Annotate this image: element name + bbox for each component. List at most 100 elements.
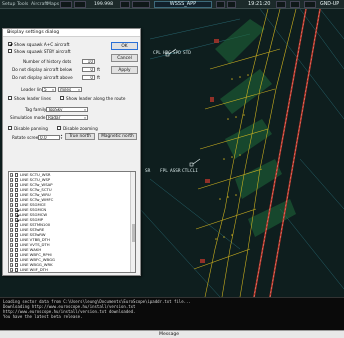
toolbar-slot[interactable] bbox=[120, 1, 130, 8]
chevron-down-icon[interactable]: ▾ bbox=[83, 116, 87, 120]
rotate-screen-field[interactable]: 0.0 bbox=[38, 134, 60, 140]
expand-icon[interactable]: + bbox=[10, 208, 14, 212]
rotate-spinner[interactable]: ▴ ▾ bbox=[60, 133, 63, 139]
expand-icon[interactable]: + bbox=[10, 213, 14, 217]
history-dots-field[interactable]: 10 bbox=[82, 58, 95, 64]
cancel-button[interactable]: Cancel bbox=[111, 54, 138, 62]
leader-line-label: Leader line bbox=[21, 87, 45, 92]
toolbar-menu-tools[interactable]: Tools bbox=[17, 1, 28, 8]
tag-assr[interactable]: ASSR bbox=[170, 169, 181, 174]
expand-icon[interactable]: + bbox=[10, 178, 14, 182]
disable-zooming-checkbox[interactable] bbox=[57, 126, 61, 130]
toolbar-slot[interactable] bbox=[276, 1, 286, 8]
show-leader-route-checkbox[interactable] bbox=[60, 96, 64, 100]
above-field[interactable]: 0 bbox=[82, 74, 95, 80]
gnd-status: GND-UP bbox=[320, 2, 340, 7]
list-item-checkbox[interactable] bbox=[15, 243, 19, 247]
list-item-checkbox[interactable] bbox=[15, 258, 19, 262]
leader-line-field[interactable]: 5 ▾ bbox=[42, 86, 56, 92]
chevron-down-icon[interactable]: ▾ bbox=[83, 108, 87, 112]
expand-icon[interactable]: + bbox=[10, 243, 14, 247]
message-bar[interactable]: Message bbox=[0, 330, 344, 338]
list-item-checkbox[interactable] bbox=[15, 173, 19, 177]
toolbar-slot[interactable] bbox=[290, 1, 300, 8]
list-item-checkbox[interactable] bbox=[15, 228, 19, 232]
tag-fpl[interactable]: FPL bbox=[160, 169, 168, 174]
tag-ctl[interactable]: CTL bbox=[182, 169, 190, 174]
show-squawk-ac-checkbox[interactable] bbox=[8, 42, 12, 46]
tag-std[interactable]: STD bbox=[183, 51, 191, 56]
list-item-checkbox[interactable] bbox=[15, 263, 19, 267]
disable-panning-checkbox[interactable] bbox=[8, 126, 12, 130]
tag-spd[interactable]: SPD bbox=[173, 51, 181, 56]
list-item-checkbox[interactable] bbox=[15, 218, 19, 222]
true-north-button[interactable]: True north bbox=[65, 133, 95, 140]
toolbar-menu-aircraft[interactable]: Aircraft bbox=[31, 1, 48, 8]
show-leader-lines-checkbox[interactable] bbox=[8, 96, 12, 100]
expand-icon[interactable]: + bbox=[10, 188, 14, 192]
map-items-list[interactable]: + LINE SCTU_WSR + LINE SCTU_WSP + LINE SCTw_W… bbox=[8, 171, 136, 273]
expand-icon[interactable]: + bbox=[10, 238, 14, 242]
toolbar-slot[interactable] bbox=[227, 1, 236, 8]
list-item-checkbox[interactable] bbox=[15, 248, 19, 252]
app-title[interactable]: WSSS_APP bbox=[154, 1, 212, 8]
close-icon[interactable]: × bbox=[7, 30, 137, 36]
expand-icon[interactable]: + bbox=[10, 223, 14, 227]
tag-sr[interactable]: SR bbox=[145, 169, 150, 174]
utc-clock: 19:21:20 bbox=[248, 1, 271, 7]
expand-icon[interactable]: + bbox=[10, 233, 14, 237]
list-item-checkbox[interactable] bbox=[15, 178, 19, 182]
below-label: Do not display aircraft below bbox=[12, 67, 73, 72]
list-item-checkbox[interactable] bbox=[15, 203, 19, 207]
list-item-checkbox[interactable] bbox=[15, 268, 19, 272]
toolbar-slot[interactable] bbox=[304, 1, 316, 8]
dialog-titlebar[interactable]: Display settings dialog × bbox=[3, 29, 140, 37]
magnetic-north-button[interactable]: Magnetic north bbox=[98, 133, 137, 140]
leader-unit-select[interactable]: miles ▾ bbox=[58, 86, 82, 92]
list-item-checkbox[interactable] bbox=[15, 188, 19, 192]
tag-hdg[interactable]: HDG bbox=[163, 51, 171, 56]
list-item-checkbox[interactable] bbox=[15, 198, 19, 202]
expand-icon[interactable]: + bbox=[10, 263, 14, 267]
toolbar-slot[interactable] bbox=[74, 1, 86, 8]
chevron-down-icon[interactable]: ▾ bbox=[77, 88, 81, 92]
tag-family-select[interactable]: TopSky ▾ bbox=[46, 106, 88, 112]
expand-icon[interactable]: + bbox=[10, 258, 14, 262]
above-unit: ft bbox=[97, 75, 101, 80]
expand-icon[interactable]: + bbox=[10, 193, 14, 197]
disable-zooming-label: Disable zooming bbox=[63, 125, 98, 131]
chevron-down-icon[interactable]: ▾ bbox=[51, 88, 55, 92]
expand-icon[interactable]: + bbox=[10, 248, 14, 252]
expand-icon[interactable]: + bbox=[10, 203, 14, 207]
expand-icon[interactable]: + bbox=[10, 268, 14, 272]
expand-icon[interactable]: + bbox=[10, 198, 14, 202]
tag-cpl[interactable]: CPL bbox=[153, 51, 161, 56]
toolbar-slot[interactable] bbox=[216, 1, 225, 8]
list-item-checkbox[interactable] bbox=[15, 223, 19, 227]
list-item-checkbox[interactable] bbox=[15, 238, 19, 242]
ok-button[interactable]: OK bbox=[111, 42, 138, 50]
expand-icon[interactable]: + bbox=[10, 218, 14, 222]
toolbar-menu-setup[interactable]: Setup bbox=[2, 1, 15, 8]
below-field[interactable]: 0 bbox=[82, 66, 95, 72]
show-squawk-stby-checkbox[interactable] bbox=[8, 49, 12, 53]
tag-cli[interactable]: CLI bbox=[190, 169, 198, 174]
expand-icon[interactable]: + bbox=[10, 183, 14, 187]
list-scrollbar[interactable] bbox=[130, 172, 135, 272]
expand-icon[interactable]: + bbox=[10, 253, 14, 257]
list-item-checkbox[interactable] bbox=[15, 208, 19, 212]
toolbar-slot[interactable] bbox=[60, 1, 72, 8]
toolbar-menu-maps[interactable]: Maps bbox=[47, 1, 59, 8]
list-item-checkbox[interactable] bbox=[15, 253, 19, 257]
expand-icon[interactable]: + bbox=[10, 228, 14, 232]
show-leader-route-label: Show leader along the route bbox=[66, 95, 126, 101]
toolbar-slot[interactable] bbox=[132, 1, 150, 8]
list-item-checkbox[interactable] bbox=[15, 193, 19, 197]
list-scroll-thumb[interactable] bbox=[132, 224, 135, 242]
list-item-checkbox[interactable] bbox=[15, 233, 19, 237]
simulation-mode-select[interactable]: Radar ▾ bbox=[46, 114, 88, 120]
apply-button[interactable]: Apply bbox=[111, 66, 138, 74]
list-item-checkbox[interactable] bbox=[15, 213, 19, 217]
expand-icon[interactable]: + bbox=[10, 173, 14, 177]
list-item-checkbox[interactable] bbox=[15, 183, 19, 187]
